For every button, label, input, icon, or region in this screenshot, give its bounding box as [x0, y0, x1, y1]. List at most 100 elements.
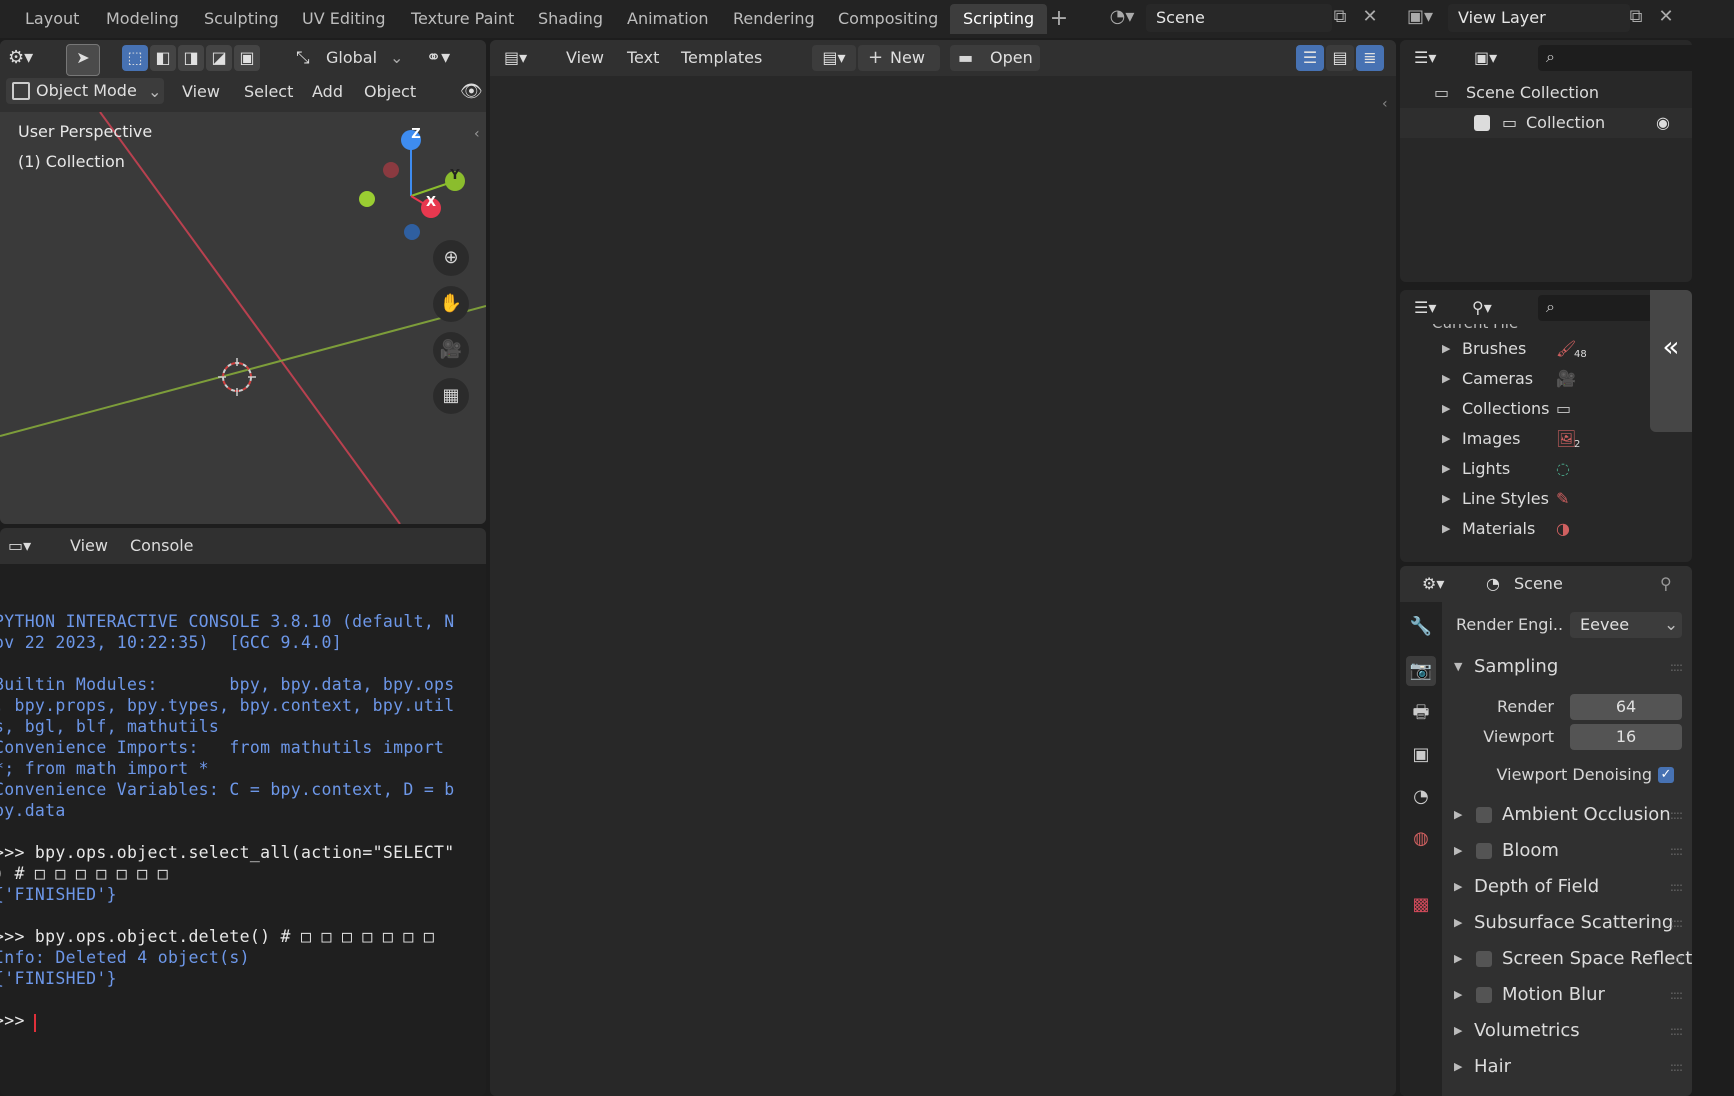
camera-icon[interactable]: 🎥: [433, 332, 469, 368]
panel-enable-checkbox[interactable]: [1476, 843, 1492, 859]
tab-uv-editing[interactable]: UV Editing: [289, 4, 398, 34]
line-numbers-icon[interactable]: ☰: [1296, 45, 1324, 71]
datablock-row[interactable]: ▶ Cameras 🎥: [1400, 364, 1650, 394]
display-mode-icon[interactable]: ⚲▾: [1466, 294, 1498, 322]
datablock-row[interactable]: ▶ Materials ◑: [1400, 514, 1650, 544]
output-tab-icon[interactable]: 🖶: [1406, 698, 1436, 728]
select-extend-icon[interactable]: ◧: [150, 45, 176, 71]
tab-layout[interactable]: Layout: [12, 4, 92, 34]
tool-tab-icon[interactable]: 🔧: [1406, 612, 1436, 642]
menu-view[interactable]: View: [560, 44, 610, 72]
world-tab-icon[interactable]: ◍: [1406, 824, 1436, 854]
select-subtract-icon[interactable]: ◨: [178, 45, 204, 71]
panel-header[interactable]: ▶ Motion Blur::::: [1442, 978, 1692, 1012]
panel-header[interactable]: ▶ Depth of Field::::: [1442, 870, 1692, 904]
editor-type-icon[interactable]: ☰▾: [1408, 44, 1442, 72]
drag-grip-icon[interactable]: ::::: [1670, 798, 1683, 832]
grid-view-icon[interactable]: ▦: [433, 378, 469, 414]
editor-type-icon[interactable]: ▭▾: [2, 532, 37, 560]
zoom-icon[interactable]: ⊕: [433, 240, 469, 276]
tab-compositing[interactable]: Compositing: [825, 4, 951, 34]
editor-type-icon[interactable]: ▤▾: [498, 44, 533, 72]
python-console[interactable]: ▭▾ View Console PYTHON INTERACTIVE CONSO…: [0, 528, 486, 1096]
tab-rendering[interactable]: Rendering: [720, 4, 828, 34]
expand-triangle-icon[interactable]: ▶: [1442, 394, 1450, 424]
panel-header[interactable]: ▶ Volumetrics::::: [1442, 1014, 1692, 1048]
viewport-denoising-checkbox[interactable]: ✓: [1658, 767, 1674, 783]
select-box-icon[interactable]: ⬚: [122, 45, 148, 71]
gizmo-y-label[interactable]: Y: [444, 168, 466, 183]
drag-grip-icon[interactable]: ::::: [1670, 1014, 1683, 1048]
panel-header[interactable]: ▶ Hair::::: [1442, 1050, 1692, 1084]
new-scene-icon[interactable]: ⧉: [1328, 5, 1352, 29]
display-mode-icon[interactable]: ▣▾: [1468, 44, 1503, 72]
text-editor[interactable]: ▤▾ View Text Templates ▤▾ New + Open ▬ ☰…: [490, 40, 1396, 1096]
drag-grip-icon[interactable]: ::::: [1670, 1050, 1683, 1084]
eye-icon[interactable]: ◉: [1656, 108, 1670, 138]
menu-add[interactable]: Add: [306, 78, 349, 106]
expand-triangle-icon[interactable]: ▶: [1442, 334, 1450, 364]
expand-triangle-icon[interactable]: ▶: [1442, 484, 1450, 514]
new-view-layer-icon[interactable]: ⧉: [1624, 5, 1648, 29]
panel-header[interactable]: ▶ Screen Space Reflecti::::: [1442, 942, 1692, 976]
datablock-row[interactable]: ▶ Lights ◌: [1400, 454, 1650, 484]
datablock-row[interactable]: ▶ Collections ▭: [1400, 394, 1650, 424]
panel-enable-checkbox[interactable]: [1476, 807, 1492, 823]
expand-triangle-icon[interactable]: ▶: [1442, 424, 1450, 454]
visibility-icon[interactable]: 👁: [454, 78, 486, 106]
viewport-samples-field[interactable]: 16: [1570, 724, 1682, 750]
menu-select[interactable]: Select: [238, 78, 299, 106]
tab-scripting[interactable]: Scripting: [950, 4, 1048, 34]
add-workspace-button[interactable]: +: [1047, 7, 1071, 31]
viewport-canvas[interactable]: User Perspective (1) Collection Z Y X ⊕ …: [0, 112, 486, 524]
menu-console[interactable]: Console: [124, 532, 200, 560]
sidebar-toggle-icon[interactable]: ‹: [1382, 96, 1388, 112]
gizmo-x-label[interactable]: X: [420, 195, 442, 210]
datablock-row[interactable]: ▶ Brushes 🖌 48: [1400, 334, 1650, 364]
pan-hand-icon[interactable]: ✋: [433, 286, 469, 322]
select-tool-icon[interactable]: ➤: [66, 44, 100, 76]
transform-orientation-dropdown[interactable]: Global: [320, 44, 383, 72]
expand-triangle-icon[interactable]: ▶: [1442, 454, 1450, 484]
editor-type-icon[interactable]: ⚙▾: [1416, 570, 1450, 598]
collection-row[interactable]: ▭ Collection ◉: [1400, 108, 1692, 138]
menu-view[interactable]: View: [176, 78, 226, 106]
scene-tab-icon[interactable]: ◔: [1406, 782, 1436, 812]
sidebar-toggle-icon[interactable]: ‹: [474, 126, 480, 142]
view-layer-tab-icon[interactable]: ▣: [1406, 740, 1436, 770]
select-intersect-icon[interactable]: ▣: [234, 45, 260, 71]
view-layer-icon[interactable]: ▣▾: [1400, 5, 1440, 29]
editor-type-icon[interactable]: ⚙▾: [2, 44, 39, 72]
collapse-sidebar-icon[interactable]: «: [1650, 290, 1692, 432]
editor-type-icon[interactable]: ☰▾: [1408, 294, 1442, 322]
search-input[interactable]: ⌕: [1538, 45, 1692, 71]
menu-templates[interactable]: Templates: [675, 44, 768, 72]
render-samples-field[interactable]: 64: [1570, 694, 1682, 720]
menu-text[interactable]: Text: [621, 44, 665, 72]
panel-header[interactable]: ▶ Subsurface Scattering::::: [1442, 906, 1692, 940]
drag-grip-icon[interactable]: ::::: [1670, 650, 1683, 684]
expand-triangle-icon[interactable]: ▶: [1442, 514, 1450, 544]
tab-texture-paint[interactable]: Texture Paint: [398, 4, 527, 34]
view-layer-field[interactable]: View Layer: [1448, 4, 1630, 32]
drag-grip-icon[interactable]: ::::: [1670, 906, 1683, 940]
datablock-row[interactable]: ▶ Line Styles ✎: [1400, 484, 1650, 514]
drag-grip-icon[interactable]: ::::: [1670, 942, 1683, 976]
panel-enable-checkbox[interactable]: [1476, 951, 1492, 967]
drag-grip-icon[interactable]: ::::: [1670, 834, 1683, 868]
texture-tab-icon[interactable]: ▩: [1406, 890, 1436, 920]
tab-animation[interactable]: Animation: [614, 4, 722, 34]
scene-selector-icon[interactable]: ◔▾: [1102, 5, 1142, 29]
panel-header[interactable]: ▶ Bloom::::: [1442, 834, 1692, 868]
select-invert-icon[interactable]: ◪: [206, 45, 232, 71]
expand-triangle-icon[interactable]: ▶: [1442, 364, 1450, 394]
text-browse-icon[interactable]: ▤▾: [812, 45, 856, 71]
menu-view[interactable]: View: [64, 532, 114, 560]
close-icon[interactable]: ✕: [1654, 5, 1678, 29]
word-wrap-icon[interactable]: ▤: [1326, 45, 1354, 71]
panel-header[interactable]: ▶ Ambient Occlusion::::: [1442, 798, 1692, 832]
close-icon[interactable]: ✕: [1358, 5, 1382, 29]
tab-shading[interactable]: Shading: [525, 4, 616, 34]
sampling-panel-header[interactable]: ▼ Sampling ::::: [1442, 650, 1692, 684]
tab-modeling[interactable]: Modeling: [93, 4, 192, 34]
